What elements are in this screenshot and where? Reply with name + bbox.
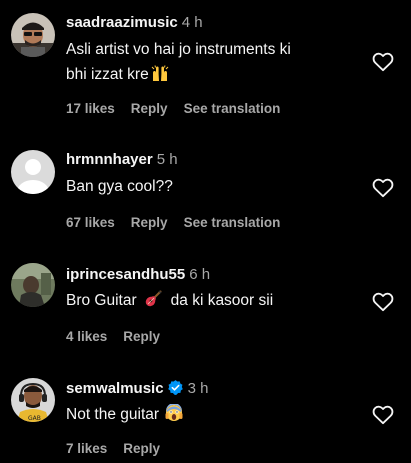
comment-item: GAB semwalmusic 3 h Not the guitar 7 lik… xyxy=(0,345,411,463)
comment-text-line: Ban gya cool?? xyxy=(66,178,173,195)
likes-count[interactable]: 17 likes xyxy=(66,101,115,116)
timestamp: 4 h xyxy=(181,14,203,31)
heart-icon[interactable] xyxy=(372,405,394,425)
comment-text-fragment: Not the guitar xyxy=(66,406,160,423)
username[interactable]: semwalmusic xyxy=(66,380,164,397)
comment-text: Ban gya cool?? xyxy=(66,174,173,199)
reply-button[interactable]: Reply xyxy=(131,101,168,116)
guitar-icon xyxy=(144,290,162,316)
comment-item: hrmnnhayer 5 h Ban gya cool?? 67 likes Rep… xyxy=(0,115,411,230)
user-avatar[interactable] xyxy=(11,150,55,194)
comment-text-fragment: bhi izzat kre xyxy=(66,66,149,83)
comment-text-fragment: da ki kasoor sii xyxy=(170,292,274,309)
comment-header: iprincesandhu55 6 h xyxy=(66,265,210,285)
man-with-headphones-icon: GAB xyxy=(11,378,55,422)
reply-button[interactable]: Reply xyxy=(123,329,160,344)
comment-actions: 4 likes Reply xyxy=(66,328,176,346)
comment-actions: 7 likes Reply xyxy=(66,440,176,458)
screaming-face-icon xyxy=(165,403,183,430)
comment-item: saadraazimusic 4 h Asli artist vo hai jo … xyxy=(0,0,411,116)
comment-header: hrmnnhayer 5 h xyxy=(66,150,178,170)
comment-text: Bro Guitar da ki kasoor sii xyxy=(66,288,273,316)
timestamp: 6 h xyxy=(189,266,211,283)
username[interactable]: saadraazimusic xyxy=(66,14,178,31)
comment-text-line: Bro Guitar da ki kasoor sii xyxy=(66,288,273,316)
comment-text-line: Asli artist vo hai jo instruments ki xyxy=(66,41,291,58)
heart-icon[interactable] xyxy=(372,52,394,72)
raising-hands-icon xyxy=(151,65,169,90)
username[interactable]: iprincesandhu55 xyxy=(66,266,185,283)
user-avatar[interactable] xyxy=(11,263,55,307)
person-outdoors-icon xyxy=(11,263,55,307)
comment-text-line-2: bhi izzat kre xyxy=(66,62,291,90)
comment-header: saadraazimusic 4 h xyxy=(66,13,203,33)
user-avatar[interactable] xyxy=(11,13,55,57)
timestamp: 3 h xyxy=(187,380,209,397)
likes-count[interactable]: 7 likes xyxy=(66,441,107,456)
reply-button[interactable]: Reply xyxy=(123,441,160,456)
heart-icon[interactable] xyxy=(372,292,394,312)
comment-text: Asli artist vo hai jo instruments ki bhi… xyxy=(66,37,291,90)
username[interactable]: hrmnnhayer xyxy=(66,151,153,168)
comment-text-line: Not the guitar xyxy=(66,402,183,430)
likes-count[interactable]: 4 likes xyxy=(66,329,107,344)
default-avatar-icon xyxy=(11,150,55,194)
comment-text-fragment: Bro Guitar xyxy=(66,292,137,309)
heart-icon[interactable] xyxy=(372,178,394,198)
user-avatar[interactable]: GAB xyxy=(11,378,55,422)
svg-text:GAB: GAB xyxy=(28,415,41,422)
comment-text: Not the guitar xyxy=(66,402,183,430)
see-translation-button[interactable]: See translation xyxy=(184,101,281,116)
comment-item: iprincesandhu55 6 h Bro Guitar da ki kaso… xyxy=(0,225,411,345)
comment-header: semwalmusic 3 h xyxy=(66,379,208,399)
man-with-sunglasses-icon xyxy=(11,13,55,57)
timestamp: 5 h xyxy=(156,151,178,168)
verified-badge-icon xyxy=(167,380,183,395)
